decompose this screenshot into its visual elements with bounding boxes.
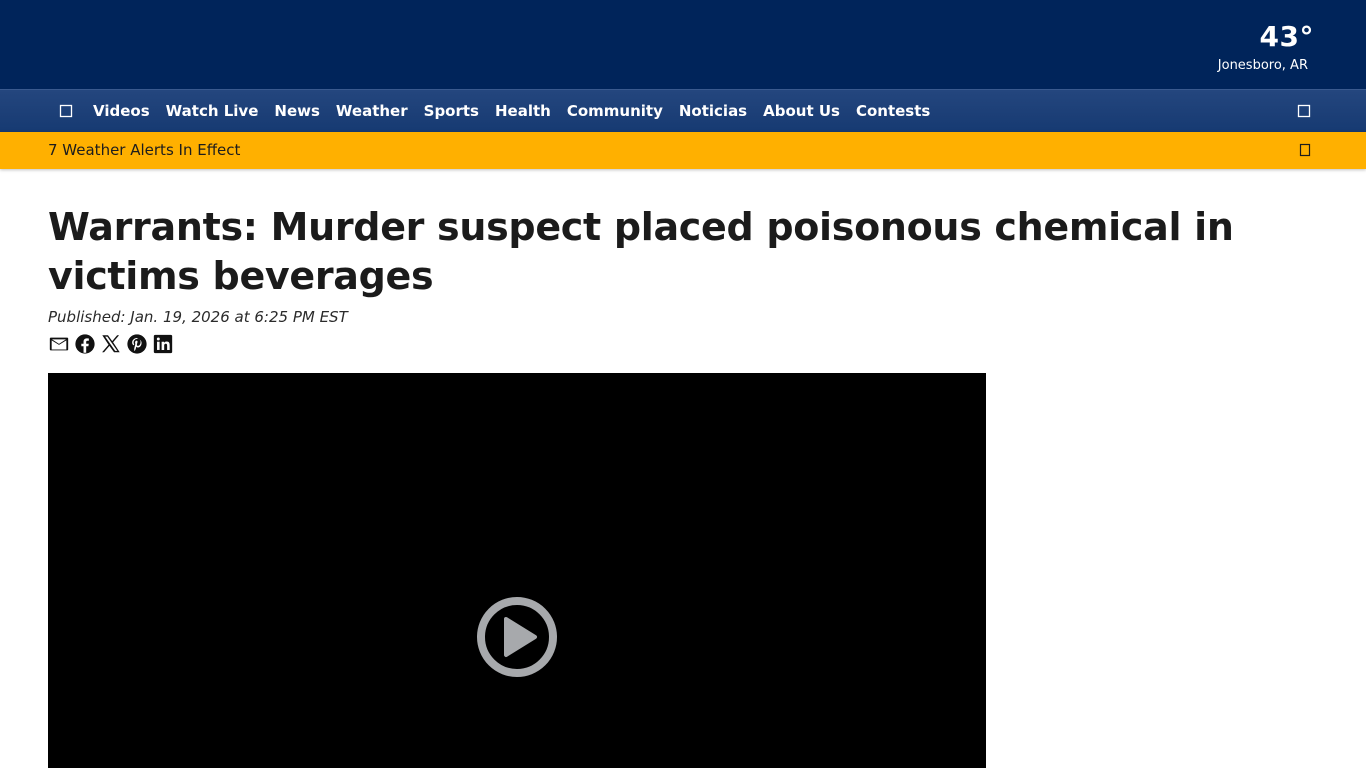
- search-icon[interactable]: [1294, 101, 1314, 121]
- pinterest-icon[interactable]: [126, 333, 148, 355]
- weather-alert-text[interactable]: 7 Weather Alerts In Effect: [48, 141, 240, 159]
- article-headline: Warrants: Murder suspect placed poisonou…: [48, 205, 1234, 298]
- nav-item-weather[interactable]: Weather: [328, 102, 416, 120]
- x-icon[interactable]: [100, 333, 122, 355]
- video-player[interactable]: [48, 373, 986, 768]
- chevron-down-icon[interactable]: [1296, 141, 1314, 159]
- share-buttons: [48, 332, 174, 356]
- site-header: 43° Jonesboro, AR: [0, 0, 1366, 89]
- play-icon[interactable]: [476, 596, 558, 678]
- nav-item-sports[interactable]: Sports: [416, 102, 487, 120]
- weather-alert-bar[interactable]: 7 Weather Alerts In Effect: [0, 132, 1366, 169]
- nav-item-health[interactable]: Health: [487, 102, 559, 120]
- nav-item-videos[interactable]: Videos: [85, 102, 158, 120]
- nav-item-noticias[interactable]: Noticias: [671, 102, 755, 120]
- nav-item-watch-live[interactable]: Watch Live: [158, 102, 267, 120]
- nav-item-contests[interactable]: Contests: [848, 102, 938, 120]
- weather-widget[interactable]: 43° Jonesboro, AR: [1218, 18, 1314, 76]
- published-date: Published: Jan. 19, 2026 at 6:25 PM EST: [48, 308, 348, 326]
- nav-item-community[interactable]: Community: [559, 102, 671, 120]
- home-icon[interactable]: [56, 101, 76, 121]
- nav-menu: Videos Watch Live News Weather Sports He…: [85, 90, 938, 132]
- current-temperature[interactable]: 43°: [1218, 18, 1314, 56]
- linkedin-icon[interactable]: [152, 333, 174, 355]
- email-icon[interactable]: [48, 333, 70, 355]
- weather-location[interactable]: Jonesboro, AR: [1218, 56, 1308, 76]
- main-navigation: Videos Watch Live News Weather Sports He…: [0, 89, 1366, 132]
- nav-item-news[interactable]: News: [266, 102, 328, 120]
- nav-item-about-us[interactable]: About Us: [755, 102, 848, 120]
- facebook-icon[interactable]: [74, 333, 96, 355]
